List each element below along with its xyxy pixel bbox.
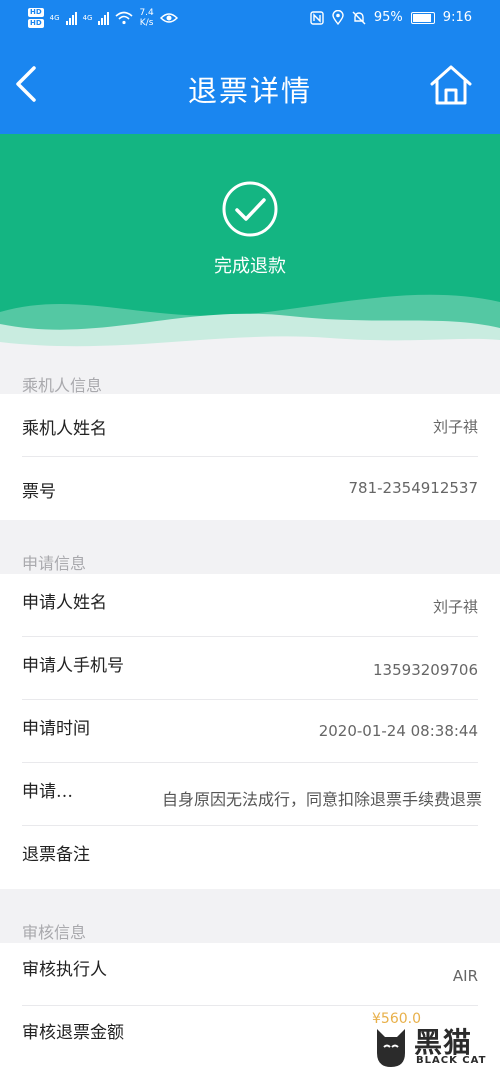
row-label: 申请人姓名	[22, 593, 107, 613]
row-value: 2020-01-24 08:38:44	[318, 722, 478, 740]
nfc-icon	[310, 10, 324, 25]
row-value: 13593209706	[373, 661, 478, 679]
eye-icon	[159, 13, 178, 23]
mute-bell-icon	[352, 11, 366, 24]
info-row: 申请人手机号 13593209706	[22, 637, 478, 700]
passenger-section-header: 乘机人信息	[0, 364, 500, 395]
watermark: ¥560.0 黑猫 BLACK CAT	[372, 1003, 492, 1073]
row-value: 刘子祺	[432, 418, 478, 436]
nav-bar: 退票详情	[0, 36, 500, 134]
status-bar: HD HD 4G 4G 7.4 K/s 95% 9:16	[0, 0, 500, 36]
speed-unit: K/s	[139, 18, 154, 28]
info-row: 退票备注	[22, 826, 478, 889]
watermark-brand-en: BLACK CAT	[416, 1055, 487, 1066]
status-left: HD HD 4G 4G 7.4 K/s	[28, 8, 178, 28]
row-value: 781-2354912537	[348, 479, 478, 497]
row-label: 审核执行人	[22, 960, 107, 980]
refund-status-banner: 完成退款	[0, 134, 500, 364]
application-section-header: 申请信息	[0, 520, 500, 574]
battery-percent: 95%	[373, 10, 403, 25]
info-row: 申请人姓名 刘子祺	[22, 574, 478, 637]
location-icon	[332, 10, 344, 25]
row-label: 票号	[22, 482, 56, 502]
application-card: 申请人姓名 刘子祺 申请人手机号 13593209706 申请时间 2020-0…	[0, 574, 500, 889]
info-row: 票号 781-2354912537	[22, 457, 478, 520]
row-label: 申请人手机号	[22, 656, 124, 676]
status-right: 95% 9:16	[310, 10, 472, 25]
row-value: 刘子祺	[432, 598, 478, 616]
info-row: 申请时间 2020-01-24 08:38:44	[22, 700, 478, 763]
row-label: 乘机人姓名	[22, 419, 107, 439]
check-circle-icon	[222, 181, 278, 237]
signal-icon	[65, 11, 77, 25]
speed-value: 7.4	[139, 8, 154, 18]
info-row: 审核执行人 AIR	[22, 943, 478, 1006]
refund-status-text: 完成退款	[214, 256, 286, 277]
row-label: 申请时间	[22, 719, 90, 739]
passenger-card: 乘机人姓名 刘子祺 票号 781-2354912537	[0, 394, 500, 520]
home-icon	[430, 65, 472, 105]
row-label: 退票备注	[22, 845, 90, 865]
info-row: 乘机人姓名 刘子祺	[22, 394, 478, 457]
wifi-icon	[115, 11, 133, 25]
signal-icon-2	[98, 11, 110, 25]
wave-decoration	[0, 294, 500, 364]
home-button[interactable]	[428, 62, 474, 108]
row-value: AIR	[452, 967, 478, 985]
row-value: 自身原因无法成行，同意扣除退票手续费退票	[161, 790, 482, 809]
info-row: 申请… 自身原因无法成行，同意扣除退票手续费退票	[22, 763, 482, 826]
row-label: 申请…	[22, 782, 73, 802]
battery-icon	[410, 11, 435, 24]
row-label: 审核退票金额	[22, 1023, 124, 1043]
review-section-header: 审核信息	[0, 889, 500, 943]
network-speed: 7.4 K/s	[139, 8, 153, 28]
black-cat-logo-icon	[377, 1029, 405, 1067]
clock: 9:16	[442, 10, 472, 25]
network-type-label-2: 4G	[82, 14, 93, 22]
hd-icon: HD HD	[28, 8, 44, 28]
network-type-label: 4G	[49, 14, 60, 22]
page-title: 退票详情	[187, 74, 312, 108]
